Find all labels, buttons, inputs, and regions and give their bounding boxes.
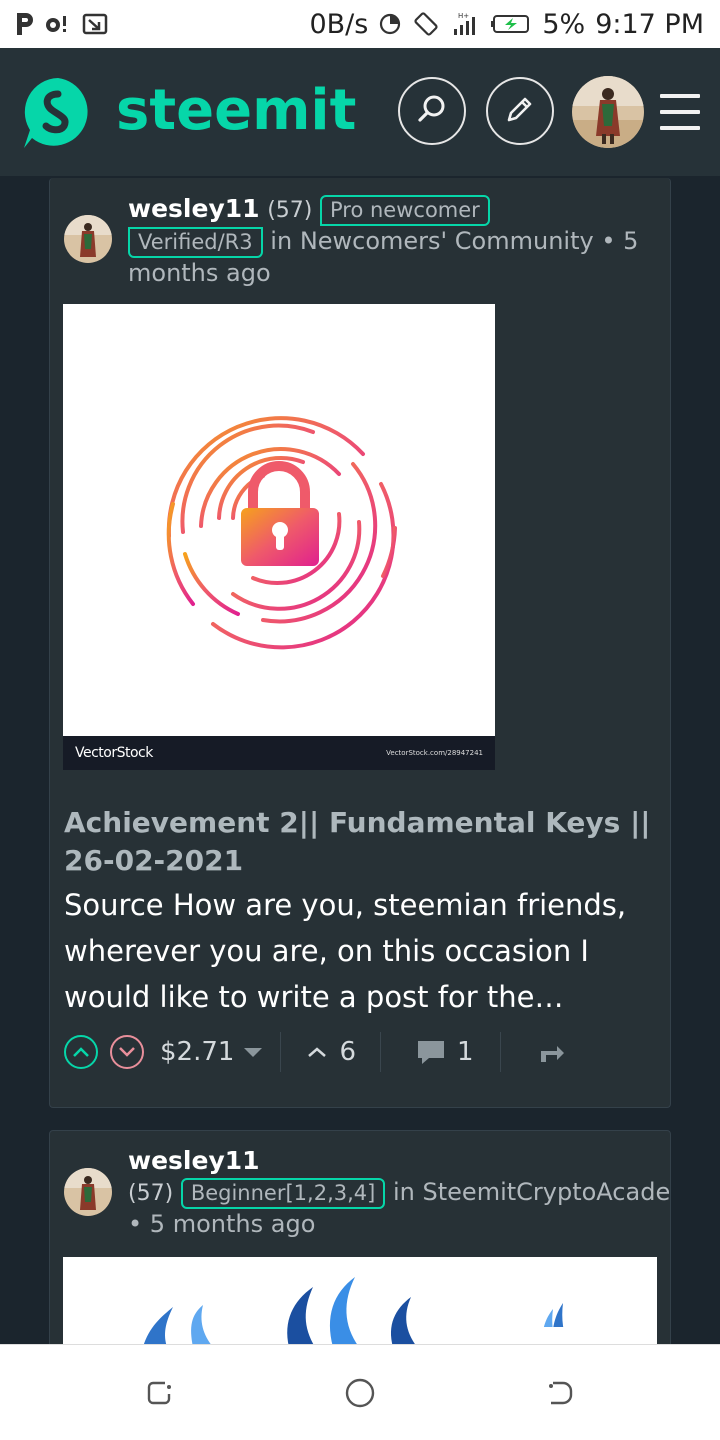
data-saver-icon bbox=[378, 12, 402, 36]
recent-apps-button[interactable] bbox=[144, 1377, 176, 1409]
divider bbox=[379, 1032, 381, 1072]
image-watermark-bar: VectorStock VectorStock.com/28947241 bbox=[63, 736, 495, 770]
author-badge: Beginner[1,2,3,4] bbox=[180, 1178, 386, 1209]
search-button[interactable] bbox=[398, 77, 466, 145]
author-badge-line1: Pro newcomer bbox=[320, 195, 490, 226]
in-label: in bbox=[270, 227, 293, 255]
status-bar: 0B/s H+ 5% 9:17 PM bbox=[0, 0, 720, 48]
chevron-up-icon bbox=[73, 1047, 89, 1057]
upvote-button[interactable] bbox=[64, 1035, 98, 1069]
search-icon bbox=[417, 94, 447, 128]
post-meta: wesley11 (57) Beginner[1,2,3,4] in Steem… bbox=[128, 1145, 670, 1240]
post-time-unit: months ago bbox=[128, 259, 271, 287]
svg-text:H+: H+ bbox=[458, 12, 469, 20]
recents-icon bbox=[147, 1381, 171, 1405]
post-card[interactable]: wesley11 (57) Beginner[1,2,3,4] in Steem… bbox=[49, 1130, 671, 1370]
network-speed: 0B/s bbox=[309, 8, 369, 40]
comments-button[interactable]: 1 bbox=[415, 1037, 474, 1067]
community-link[interactable]: SteemitCryptoAcademy bbox=[423, 1178, 670, 1206]
community-link[interactable]: Newcomers' Community bbox=[300, 227, 594, 255]
rotate-icon bbox=[412, 10, 440, 38]
battery-level: 5% bbox=[542, 8, 586, 40]
post-card[interactable]: wesley11 (57) Pro newcomer Verified/R3 i… bbox=[49, 178, 671, 1108]
home-icon bbox=[345, 1378, 375, 1408]
back-button[interactable] bbox=[544, 1377, 576, 1409]
resteem-icon bbox=[540, 1046, 564, 1062]
author-name[interactable]: wesley11 bbox=[128, 1146, 260, 1175]
pencil-icon bbox=[505, 94, 535, 128]
menu-icon[interactable] bbox=[660, 94, 700, 130]
post-time-count: 5 bbox=[623, 227, 639, 255]
back-icon bbox=[549, 1381, 573, 1405]
author-name[interactable]: wesley11 bbox=[128, 194, 260, 223]
separator: • bbox=[128, 1210, 143, 1238]
separator: • bbox=[601, 227, 616, 255]
post-meta: wesley11 (57) Pro newcomer Verified/R3 i… bbox=[128, 193, 656, 289]
lock-illustration bbox=[166, 416, 397, 650]
brand-name[interactable]: steemit bbox=[116, 78, 356, 144]
downvote-button[interactable] bbox=[110, 1035, 144, 1069]
watermark-right: VectorStock.com/28947241 bbox=[386, 749, 483, 757]
in-label: in bbox=[392, 1178, 415, 1206]
caret-down-icon bbox=[244, 1047, 263, 1057]
author-avatar[interactable] bbox=[64, 1168, 112, 1216]
post-time-count: 5 bbox=[149, 1210, 166, 1238]
vote-count: 6 bbox=[339, 1037, 356, 1067]
voters-button[interactable]: 6 bbox=[307, 1037, 356, 1067]
post-actions: $2.71 6 1 bbox=[64, 1032, 664, 1072]
chevron-down-icon bbox=[119, 1047, 135, 1057]
post-thumbnail[interactable]: VectorStock VectorStock.com/28947241 bbox=[63, 304, 495, 770]
payout-dropdown[interactable]: $2.71 bbox=[160, 1037, 263, 1067]
app-header: steemit bbox=[0, 48, 720, 176]
clock: 9:17 PM bbox=[595, 8, 704, 40]
divider bbox=[499, 1032, 501, 1072]
payout-value: $2.71 bbox=[160, 1037, 235, 1067]
comment-icon bbox=[417, 1041, 444, 1064]
user-avatar[interactable] bbox=[572, 76, 644, 148]
p-app-icon bbox=[14, 11, 36, 37]
cast-icon bbox=[82, 13, 108, 35]
steemit-logo-icon[interactable] bbox=[20, 74, 96, 150]
post-title[interactable]: Achievement 2|| Fundamental Keys || 26-0… bbox=[64, 804, 664, 880]
post-time-unit: months ago bbox=[172, 1210, 316, 1238]
resteem-button[interactable] bbox=[537, 1040, 565, 1064]
reputation: (57) bbox=[128, 1181, 174, 1206]
watermark-left: VectorStock bbox=[75, 745, 153, 761]
write-post-button[interactable] bbox=[486, 77, 554, 145]
signal-icon: H+ bbox=[450, 11, 480, 37]
caret-up-icon bbox=[308, 1047, 327, 1057]
home-button[interactable] bbox=[344, 1377, 376, 1409]
author-badge-line2: Verified/R3 bbox=[128, 227, 263, 258]
comment-count: 1 bbox=[456, 1037, 474, 1067]
post-summary[interactable]: Source How are you, steemian friends, wh… bbox=[64, 882, 664, 1020]
voicemail-icon bbox=[44, 14, 74, 34]
author-avatar[interactable] bbox=[64, 215, 112, 263]
reputation: (57) bbox=[267, 198, 313, 223]
battery-charging-icon bbox=[490, 13, 532, 35]
system-nav-bar bbox=[0, 1344, 720, 1440]
divider bbox=[280, 1032, 282, 1072]
